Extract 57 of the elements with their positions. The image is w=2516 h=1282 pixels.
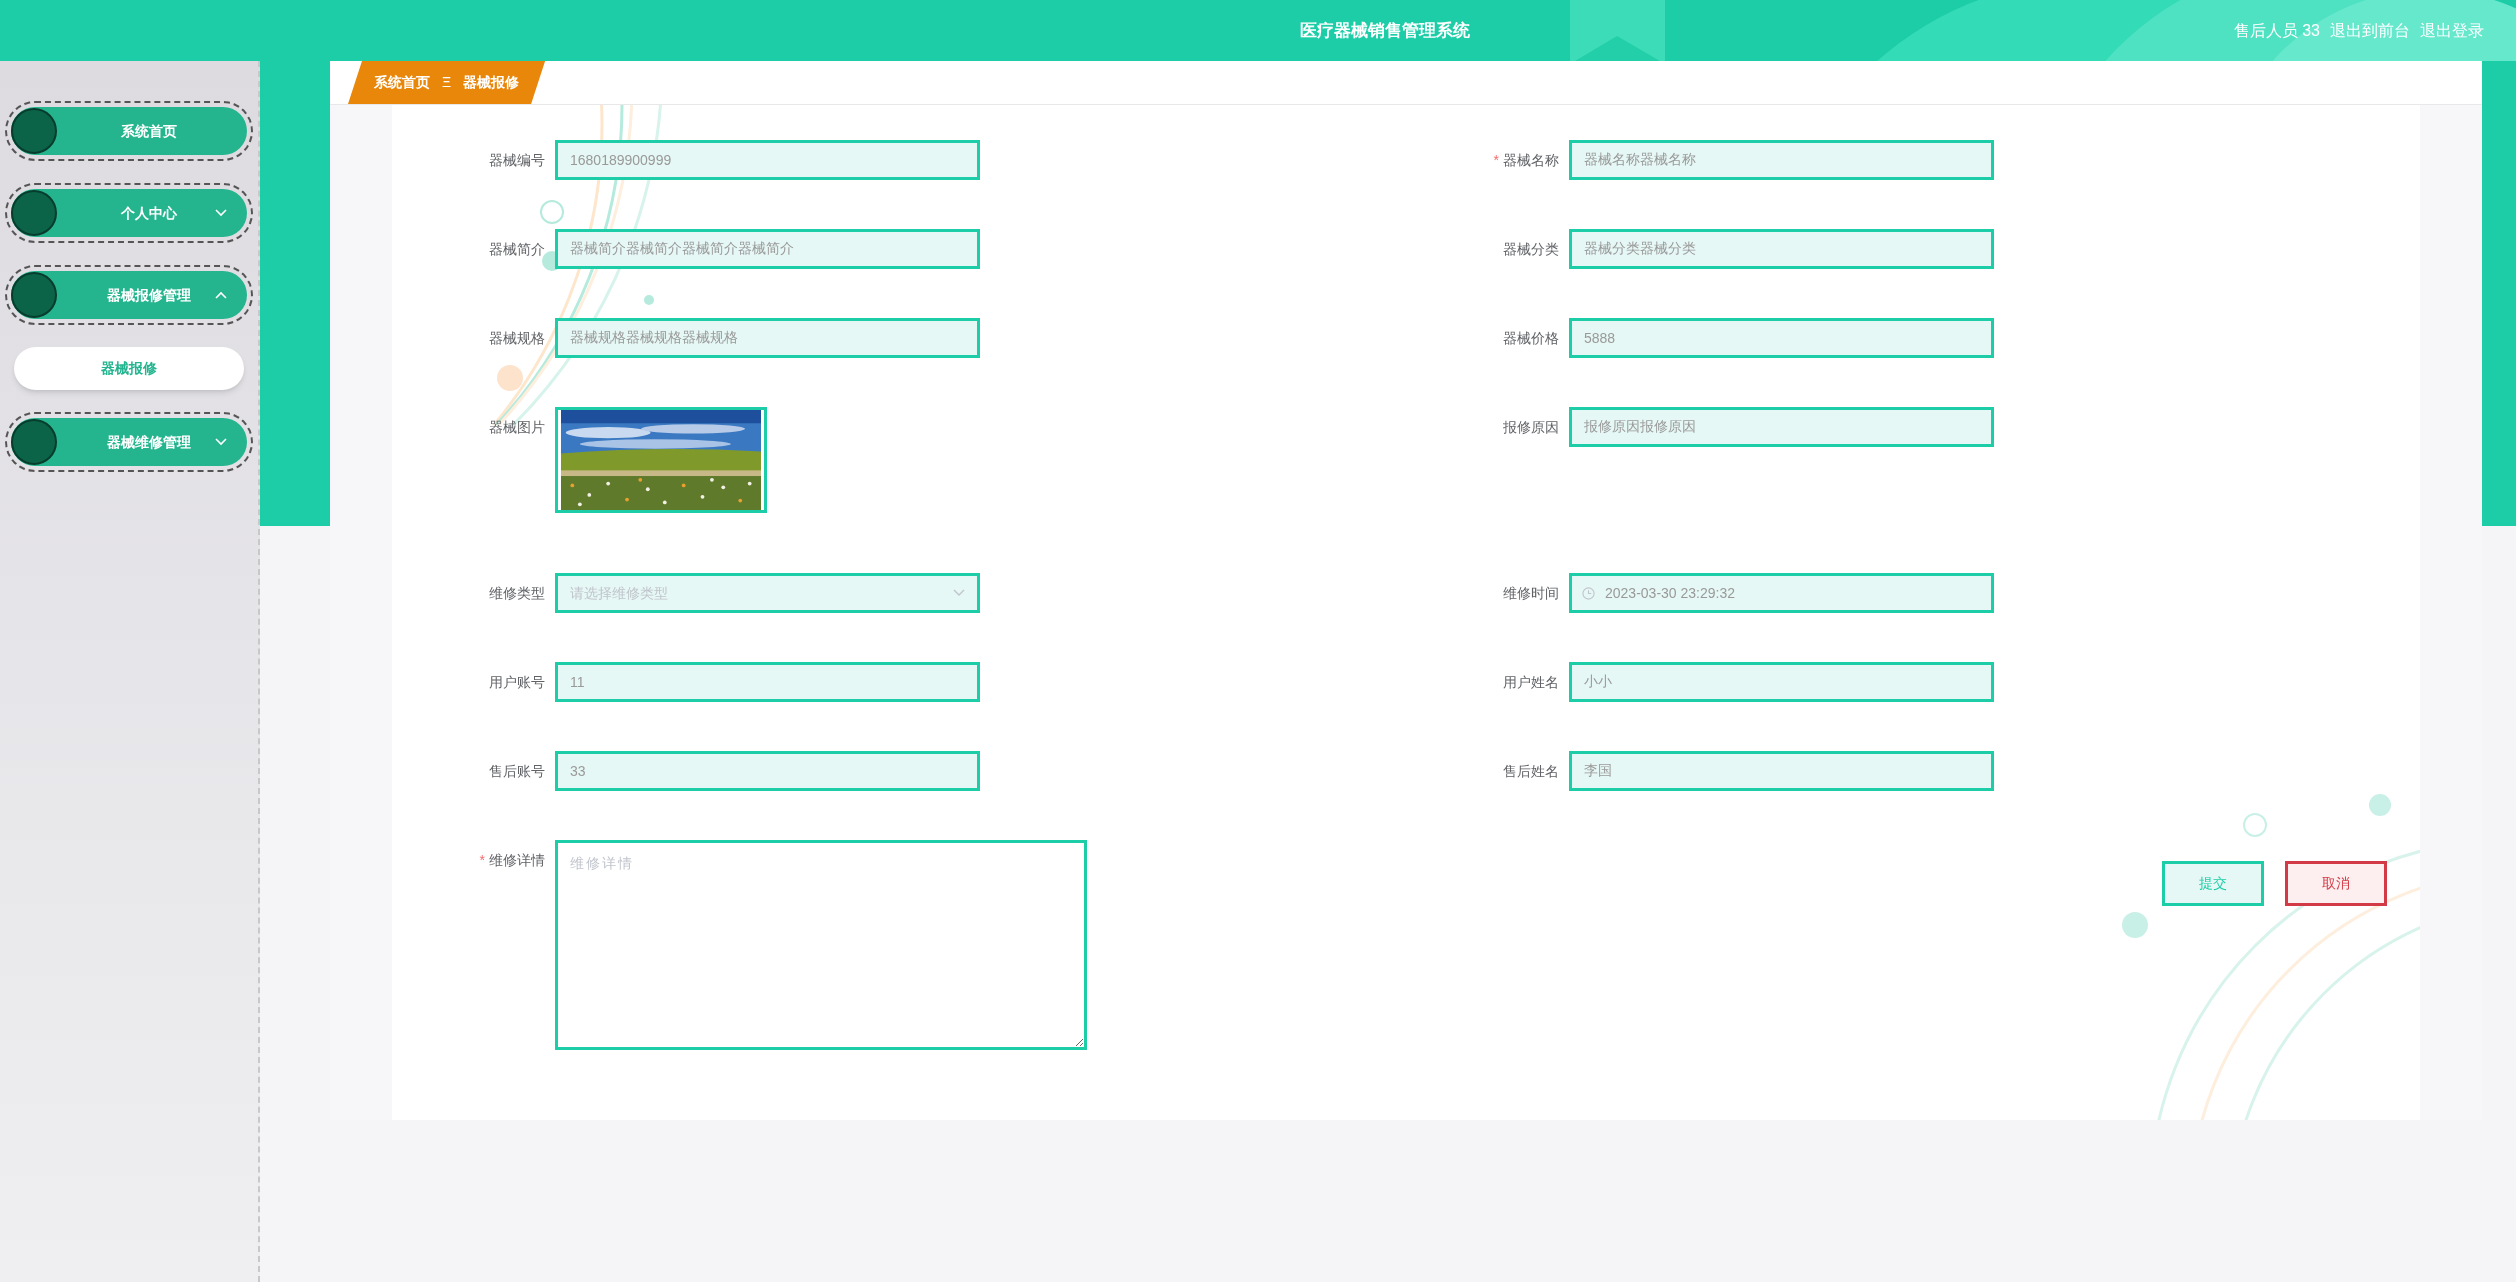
sidebar-item-label: 器械报修管理 [107,285,191,305]
breadcrumb-link[interactable]: 器械报修 [463,72,520,93]
input-field[interactable]: 李国 [1569,751,1994,791]
header-link[interactable]: 退出登录 [2420,18,2484,43]
field-label: 器械规格 [489,328,545,348]
sidebar-item-label: 个人中心 [121,203,177,223]
field-label: 器械简介 [489,239,545,259]
submit-button[interactable]: 提交 [2162,861,2264,906]
required-mark: * [1493,150,1499,170]
chevron-icon [215,209,227,217]
sidebar-item[interactable]: 系统首页 [11,107,247,155]
field-label: 维修详情 [489,850,545,870]
field-label: 器械分类 [1503,239,1559,259]
input-field[interactable]: 5888 [1569,318,1994,358]
field-label: 器械编号 [489,150,545,170]
input-field[interactable]: 小小 [1569,662,1994,702]
date-field[interactable]: 2023-03-30 23:29:32 [1569,573,1994,613]
input-field[interactable]: 器械名称器械名称 [1569,140,1994,180]
header-link[interactable]: 退出到前台 [2330,18,2410,43]
round-icon [11,108,57,154]
breadcrumb-separator: Ξ [442,73,452,92]
input-field[interactable]: 33 [555,751,980,791]
input-field[interactable]: 11 [555,662,980,702]
input-field[interactable]: 器械规格器械规格器械规格 [555,318,980,358]
input-field[interactable]: 报修原因报修原因 [1569,407,1994,447]
field-label: 售后账号 [489,761,545,781]
chevron-icon [215,291,227,299]
round-icon [11,272,57,318]
field-label: 报修原因 [1503,417,1559,437]
field-label: 维修类型 [489,583,545,603]
field-label: 售后姓名 [1503,761,1559,781]
chevron-icon [953,589,965,597]
cancel-button[interactable]: 取消 [2285,861,2387,906]
chevron-icon [215,438,227,446]
field-label: 器械价格 [1503,328,1559,348]
field-label: 用户账号 [489,672,545,692]
input-field[interactable]: 1680189900999 [555,140,980,180]
sidebar-item[interactable]: 个人中心 [11,189,247,237]
sidebar-item-label: 系统首页 [121,121,177,141]
round-icon [11,190,57,236]
field-label: 用户姓名 [1503,672,1559,692]
text-area[interactable]: 维修详情 [555,840,1087,1050]
submenu-item[interactable]: 器械报修 [14,347,244,390]
clock-icon [1582,586,1595,600]
field-label: 维修时间 [1503,583,1559,603]
sidebar-item[interactable]: 器械维修管理 [11,418,247,466]
field-label: 器械图片 [489,417,545,437]
required-mark: * [479,850,485,870]
sidebar-item-label: 器械维修管理 [107,432,191,452]
user-label: 售后人员 33 [2233,20,2320,41]
field-label: 器械名称 [1503,150,1559,170]
sidebar-item[interactable]: 器械报修管理 [11,271,247,319]
input-field[interactable]: 器械分类器械分类 [1569,229,1994,269]
input-field[interactable]: 器械简介器械简介器械简介器械简介 [555,229,980,269]
round-icon [11,419,57,465]
breadcrumb-link[interactable]: 系统首页 [374,72,430,93]
app-title: 医疗器械销售管理系统 [1300,19,1470,42]
